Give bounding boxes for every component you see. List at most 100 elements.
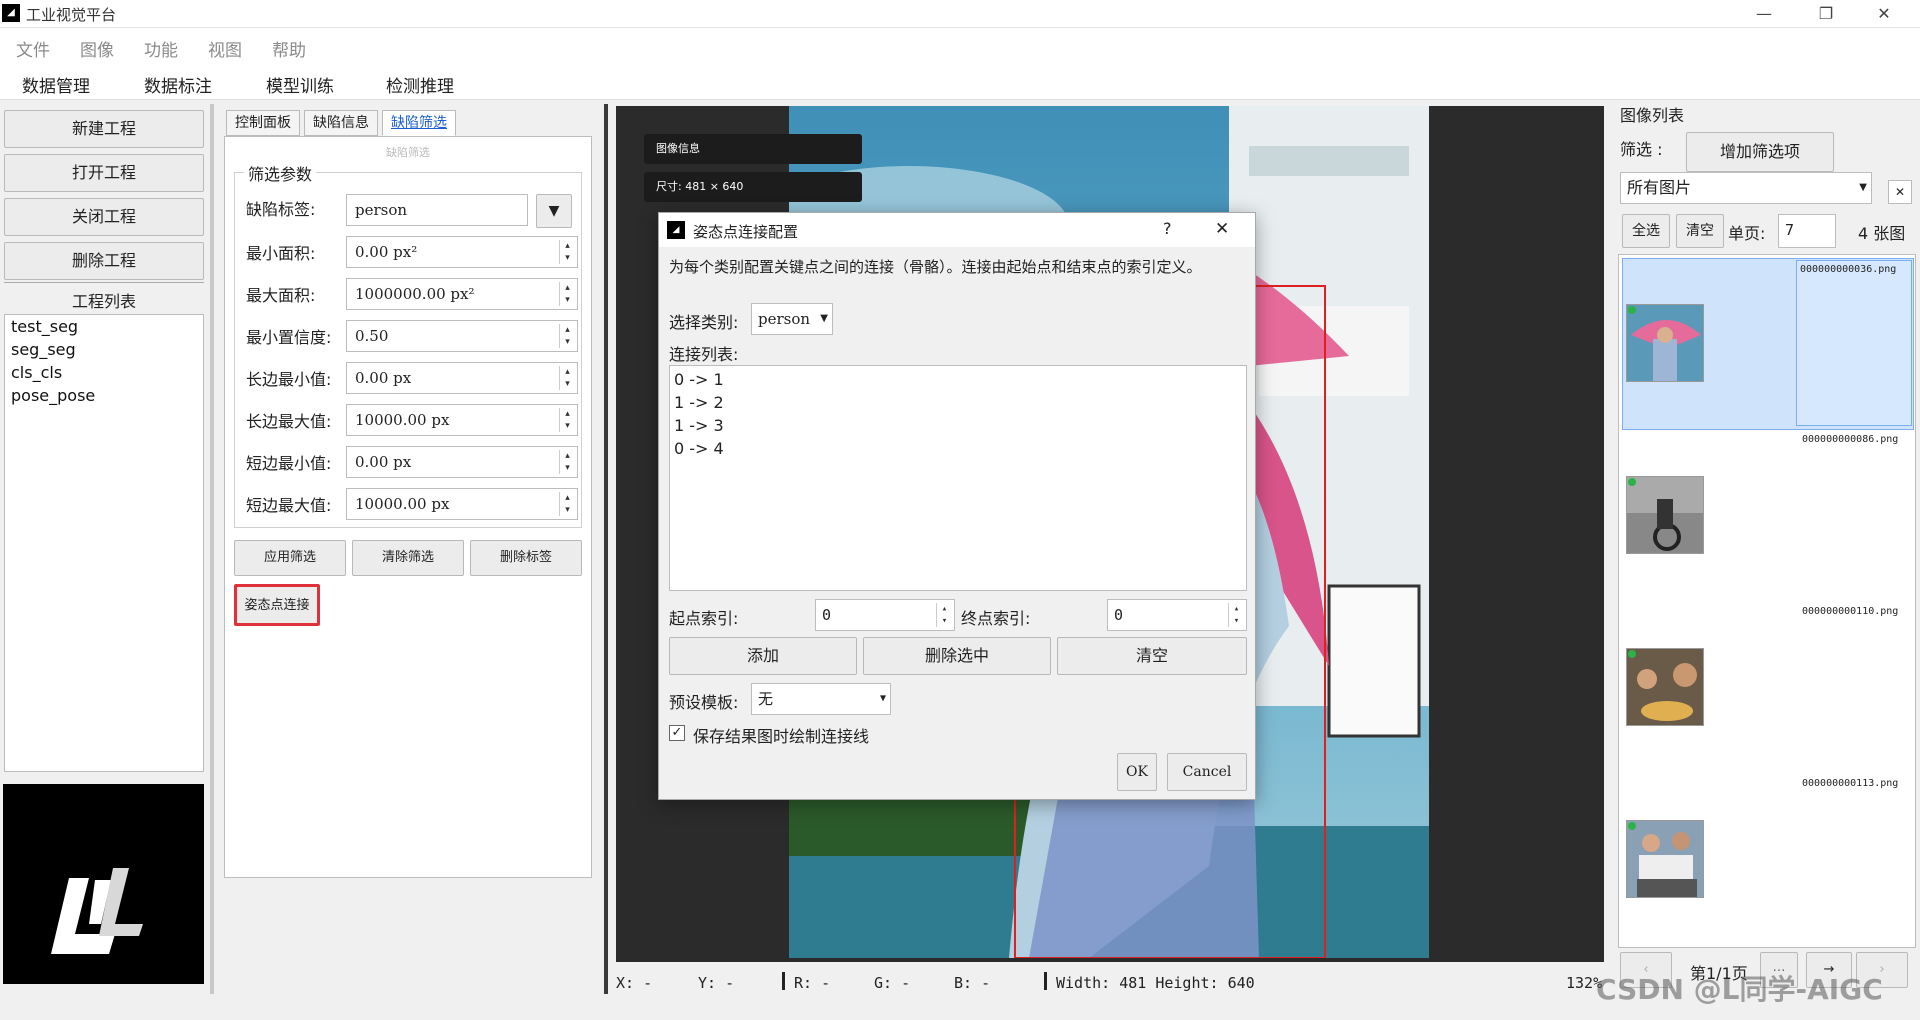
tab-data-management[interactable]: 数据管理 bbox=[22, 72, 90, 97]
delete-project-button[interactable]: 删除工程 bbox=[4, 242, 204, 280]
restore-button[interactable]: ❐ bbox=[1806, 2, 1846, 26]
thumbnail-filename: 000000000086.png bbox=[1802, 434, 1899, 445]
help-button[interactable]: ? bbox=[1163, 219, 1172, 238]
watermark: CSDN @L同学-AIGC bbox=[1596, 973, 1883, 1006]
start-index-input[interactable]: 0 ▴ ▾ bbox=[815, 599, 955, 631]
tab-detection-inference[interactable]: 检测推理 bbox=[386, 72, 454, 97]
tab-defect-info[interactable]: 缺陷信息 bbox=[304, 110, 378, 136]
image-filter-select[interactable]: 所有图片 ▼ bbox=[1620, 172, 1872, 204]
spin-buttons[interactable]: ▴ ▾ bbox=[559, 240, 575, 264]
template-select[interactable]: 无 ▼ bbox=[751, 683, 891, 715]
status-g: G: - bbox=[874, 974, 911, 992]
short-side-min-input[interactable]: 0.00 px ▴ ▾ bbox=[346, 446, 578, 478]
menu-file[interactable]: 文件 bbox=[16, 36, 50, 61]
project-list[interactable]: test_seg seg_seg cls_cls pose_pose bbox=[4, 314, 204, 772]
minimize-button[interactable]: — bbox=[1744, 2, 1784, 26]
thumbnail-image bbox=[1626, 304, 1704, 382]
long-side-max-input[interactable]: 10000.00 px ▴ ▾ bbox=[346, 404, 578, 436]
field-label: 最小面积: bbox=[246, 244, 316, 263]
menu-function[interactable]: 功能 bbox=[144, 36, 178, 61]
spin-buttons[interactable]: ▴ ▾ bbox=[559, 324, 575, 348]
category-select[interactable]: person ▼ bbox=[751, 303, 833, 335]
project-item[interactable]: pose_pose bbox=[11, 386, 95, 405]
group-title: 筛选参数 bbox=[244, 161, 317, 185]
spin-buttons[interactable]: ▴ ▾ bbox=[559, 366, 575, 390]
tab-data-annotation[interactable]: 数据标注 bbox=[144, 72, 212, 97]
cancel-button[interactable]: Cancel bbox=[1167, 753, 1247, 791]
end-index-input[interactable]: 0 ▴ ▾ bbox=[1107, 599, 1247, 631]
pose-connection-button[interactable]: 姿态点连接 bbox=[234, 584, 320, 626]
close-project-button[interactable]: 关闭工程 bbox=[4, 198, 204, 236]
clear-filter-icon[interactable]: ✕ bbox=[1888, 180, 1912, 204]
clear-filter-button[interactable]: 清除筛选 bbox=[352, 540, 464, 576]
field-label: 缺陷标签: bbox=[246, 200, 316, 219]
spin-buttons[interactable]: ▴ ▾ bbox=[559, 492, 575, 516]
close-window-button[interactable]: ✕ bbox=[1864, 2, 1904, 26]
app-icon: ◢ bbox=[2, 4, 20, 22]
defect-label-input[interactable]: person bbox=[346, 194, 528, 226]
delete-selected-button[interactable]: 删除选中 bbox=[863, 637, 1051, 675]
project-item[interactable]: seg_seg bbox=[11, 340, 76, 359]
menu-bar: 文件 图像 功能 视图 帮助 bbox=[0, 28, 1920, 64]
min-confidence-input[interactable]: 0.50 ▴ ▾ bbox=[346, 320, 578, 352]
field-label: 短边最大值: bbox=[246, 496, 332, 515]
filter-label: 筛选 : bbox=[1620, 140, 1663, 159]
add-connection-button[interactable]: 添加 bbox=[669, 637, 857, 675]
page-size-label: 单页: bbox=[1728, 224, 1766, 243]
project-item[interactable]: cls_cls bbox=[11, 363, 62, 382]
add-filter-button[interactable]: 增加筛选项 bbox=[1686, 132, 1834, 172]
start-index-label: 起点索引: bbox=[669, 609, 739, 628]
field-label: 长边最小值: bbox=[246, 370, 332, 389]
menu-help[interactable]: 帮助 bbox=[272, 36, 306, 61]
short-side-max-input[interactable]: 10000.00 px ▴ ▾ bbox=[346, 488, 578, 520]
open-project-button[interactable]: 打开工程 bbox=[4, 154, 204, 192]
image-count: 4 张图 bbox=[1858, 224, 1906, 243]
tab-defect-filter[interactable]: 缺陷筛选 bbox=[382, 110, 456, 136]
status-r: R: - bbox=[794, 974, 831, 992]
project-item[interactable]: test_seg bbox=[11, 317, 78, 336]
page-size-input[interactable]: 7 bbox=[1778, 214, 1836, 248]
tab-control-panel[interactable]: 控制面板 bbox=[226, 110, 300, 136]
status-dot bbox=[1628, 478, 1636, 486]
new-project-button[interactable]: 新建工程 bbox=[4, 110, 204, 148]
splitter[interactable] bbox=[604, 104, 608, 994]
thumbnail-filename: 000000000113.png bbox=[1802, 778, 1899, 789]
list-item[interactable]: 0 -> 1 bbox=[674, 370, 724, 389]
image-list-title: 图像列表 bbox=[1620, 106, 1685, 125]
image-size-overlay: 尺寸: 481 × 640 bbox=[644, 172, 862, 202]
dropdown-arrow-icon[interactable]: ▼ bbox=[536, 194, 572, 228]
clear-selection-button[interactable]: 清空 bbox=[1676, 214, 1724, 248]
menu-view[interactable]: 视图 bbox=[208, 36, 242, 61]
connection-list[interactable]: 0 -> 1 1 -> 2 1 -> 3 0 -> 4 bbox=[669, 365, 1247, 591]
spin-buttons[interactable]: ▴ ▾ bbox=[559, 408, 575, 432]
dialog-close-button[interactable]: ✕ bbox=[1215, 219, 1229, 239]
delete-label-button[interactable]: 删除标签 bbox=[470, 540, 582, 576]
thumbnail-image bbox=[1626, 820, 1704, 898]
status-x: X: - bbox=[616, 974, 653, 992]
ok-button[interactable]: OK bbox=[1117, 753, 1157, 791]
canvas-margin bbox=[1429, 106, 1604, 958]
min-area-input[interactable]: 0.00 px² ▴ ▾ bbox=[346, 236, 578, 268]
spin-buttons[interactable]: ▴ ▾ bbox=[1228, 603, 1244, 627]
spin-buttons[interactable]: ▴ ▾ bbox=[936, 603, 952, 627]
draw-lines-checkbox[interactable]: ✓ bbox=[669, 725, 685, 741]
tab-model-training[interactable]: 模型训练 bbox=[266, 72, 334, 97]
field-label: 最大面积: bbox=[246, 286, 316, 305]
spin-buttons[interactable]: ▴ ▾ bbox=[559, 282, 575, 306]
status-dot bbox=[1628, 306, 1636, 314]
field-label: 长边最大值: bbox=[246, 412, 332, 431]
splitter[interactable] bbox=[210, 104, 214, 994]
list-item[interactable]: 1 -> 3 bbox=[674, 416, 724, 435]
title-bar: ◢ 工业视觉平台 — ❐ ✕ bbox=[0, 0, 1920, 28]
select-all-button[interactable]: 全选 bbox=[1622, 214, 1670, 248]
clear-connections-button[interactable]: 清空 bbox=[1057, 637, 1247, 675]
list-item[interactable]: 1 -> 2 bbox=[674, 393, 724, 412]
max-area-input[interactable]: 1000000.00 px² ▴ ▾ bbox=[346, 278, 578, 310]
list-item[interactable]: 0 -> 4 bbox=[674, 439, 724, 458]
end-index-label: 终点索引: bbox=[961, 609, 1031, 628]
menu-image[interactable]: 图像 bbox=[80, 36, 114, 61]
apply-filter-button[interactable]: 应用筛选 bbox=[234, 540, 346, 576]
chevron-down-icon: ▼ bbox=[879, 693, 886, 704]
long-side-min-input[interactable]: 0.00 px ▴ ▾ bbox=[346, 362, 578, 394]
spin-buttons[interactable]: ▴ ▾ bbox=[559, 450, 575, 474]
